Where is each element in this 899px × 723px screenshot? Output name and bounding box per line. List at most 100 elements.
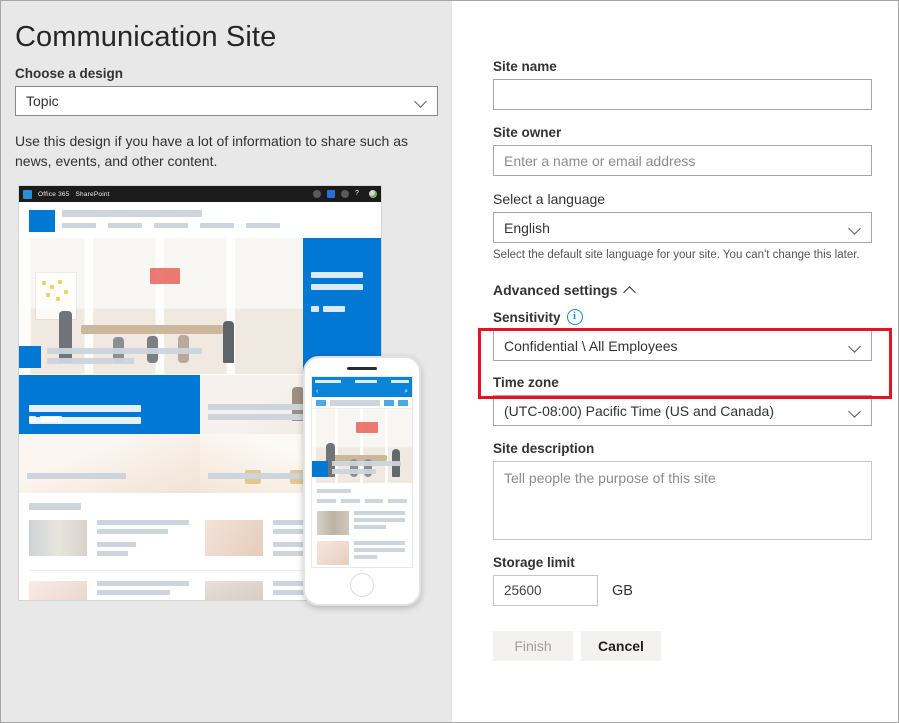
site-settings-form: Site name Site owner Enter a name or ema… — [452, 1, 898, 722]
time-zone-label: Time zone — [493, 375, 872, 390]
site-name-group: Site name — [493, 59, 872, 110]
list-item — [317, 541, 407, 565]
language-label: Select a language — [493, 191, 872, 207]
news-list-heading — [29, 503, 81, 510]
list-item-text — [97, 520, 195, 560]
phone-home-button — [350, 573, 374, 597]
list-item-text — [97, 581, 195, 600]
nav-link — [154, 223, 188, 228]
search-icon: ⌕ — [404, 388, 408, 396]
time-zone-value: (UTC-08:00) Pacific Time (US and Canada) — [504, 403, 774, 419]
list-item-thumbnail — [29, 520, 87, 556]
nav-link — [62, 223, 96, 228]
hero-caption — [19, 346, 225, 374]
chevron-down-icon — [849, 405, 861, 417]
list-item-text — [354, 511, 407, 535]
site-nav — [62, 210, 371, 228]
phone-body — [312, 483, 412, 567]
site-name-input[interactable] — [493, 79, 872, 110]
list-item-thumbnail — [205, 581, 263, 600]
side-line — [311, 272, 363, 278]
advanced-settings-toggle[interactable]: Advanced settings — [493, 282, 639, 298]
language-group: Select a language English Select the def… — [493, 191, 872, 261]
advanced-settings-label: Advanced settings — [493, 282, 617, 298]
create-site-dialog: Communication Site Choose a design Topic… — [0, 0, 899, 723]
time-zone-select[interactable]: (UTC-08:00) Pacific Time (US and Canada) — [493, 395, 872, 426]
storage-unit-label: GB — [612, 583, 633, 599]
phone-screen: ‹ ⌕ — [312, 377, 412, 567]
phone-status-bar — [312, 377, 412, 386]
dialog-actions: Finish Cancel — [493, 631, 872, 661]
news-tile-featured — [19, 375, 200, 434]
suite-brand: Office 365 — [38, 191, 70, 198]
chevron-down-icon — [415, 95, 427, 107]
wall-art — [356, 422, 378, 433]
help-icon: ? — [355, 190, 363, 198]
wall-art — [150, 268, 180, 284]
design-description: Use this design if you have a lot of inf… — [15, 132, 415, 172]
sensitivity-select[interactable]: Confidential \ All Employees — [493, 330, 872, 361]
phone-action-icon — [384, 400, 394, 406]
phone-hero — [312, 409, 412, 483]
avatar — [369, 190, 377, 198]
site-owner-label: Site owner — [493, 125, 872, 140]
phone-logo — [316, 400, 326, 406]
nav-links — [62, 223, 371, 228]
hero-photo — [19, 238, 303, 374]
person-standing — [223, 321, 234, 363]
design-preview-image: Office 365 SharePoint ? — [19, 186, 423, 606]
side-bullet — [311, 306, 319, 312]
tile-line — [40, 416, 62, 422]
notification-icon — [327, 190, 335, 198]
waffle-icon — [23, 190, 32, 199]
hero-text-placeholder — [47, 348, 225, 368]
site-owner-group: Site owner Enter a name or email address — [493, 125, 872, 176]
chevron-down-icon — [849, 222, 861, 234]
list-item-thumbnail — [317, 541, 349, 565]
list-item-thumbnail — [29, 581, 87, 600]
site-logo — [29, 210, 55, 232]
site-description-placeholder: Tell people the purpose of this site — [504, 470, 716, 486]
site-owner-input[interactable]: Enter a name or email address — [493, 145, 872, 176]
tile-caption — [27, 473, 192, 483]
phone-speaker — [347, 367, 377, 370]
storage-limit-input[interactable]: 25600 — [493, 575, 598, 606]
language-select[interactable]: English — [493, 212, 872, 243]
hero-section — [19, 238, 381, 374]
back-arrow-icon: ‹ — [316, 388, 318, 395]
sensitivity-value: Confidential \ All Employees — [504, 338, 678, 354]
meeting-table — [332, 455, 387, 461]
nav-link — [108, 223, 142, 228]
phone-links — [317, 499, 407, 503]
tile-line — [29, 405, 141, 412]
design-preview-panel: Communication Site Choose a design Topic… — [1, 1, 452, 722]
nav-link — [246, 223, 280, 228]
meeting-table — [81, 325, 223, 334]
phone-action-icon — [398, 400, 408, 406]
storage-limit-group: Storage limit 25600 GB — [493, 555, 872, 606]
storage-limit-label: Storage limit — [493, 555, 872, 570]
list-item-thumbnail — [317, 511, 349, 535]
site-name-label: Site name — [493, 59, 872, 74]
design-select-value: Topic — [26, 94, 59, 108]
language-value: English — [504, 220, 550, 236]
finish-button[interactable]: Finish — [493, 631, 573, 661]
phone-line — [317, 489, 351, 493]
hero-text-placeholder — [332, 461, 412, 477]
storage-limit-row: 25600 GB — [493, 575, 872, 606]
list-item — [317, 511, 407, 535]
phone-mockup: ‹ ⌕ — [303, 356, 421, 606]
list-item-text — [354, 541, 407, 565]
site-description-label: Site description — [493, 441, 872, 456]
phone-app-bar: ‹ ⌕ — [312, 386, 412, 397]
sensitivity-label: Sensitivity — [493, 310, 561, 325]
phone-hero-caption — [312, 461, 412, 477]
cancel-button[interactable]: Cancel — [581, 631, 661, 661]
chevron-down-icon — [849, 340, 861, 352]
tile-bullet — [29, 416, 36, 422]
side-line — [311, 284, 363, 290]
site-description-textarea[interactable]: Tell people the purpose of this site — [493, 461, 872, 540]
design-label: Choose a design — [15, 66, 438, 81]
info-icon[interactable]: i — [567, 309, 583, 325]
design-select[interactable]: Topic — [15, 86, 438, 116]
